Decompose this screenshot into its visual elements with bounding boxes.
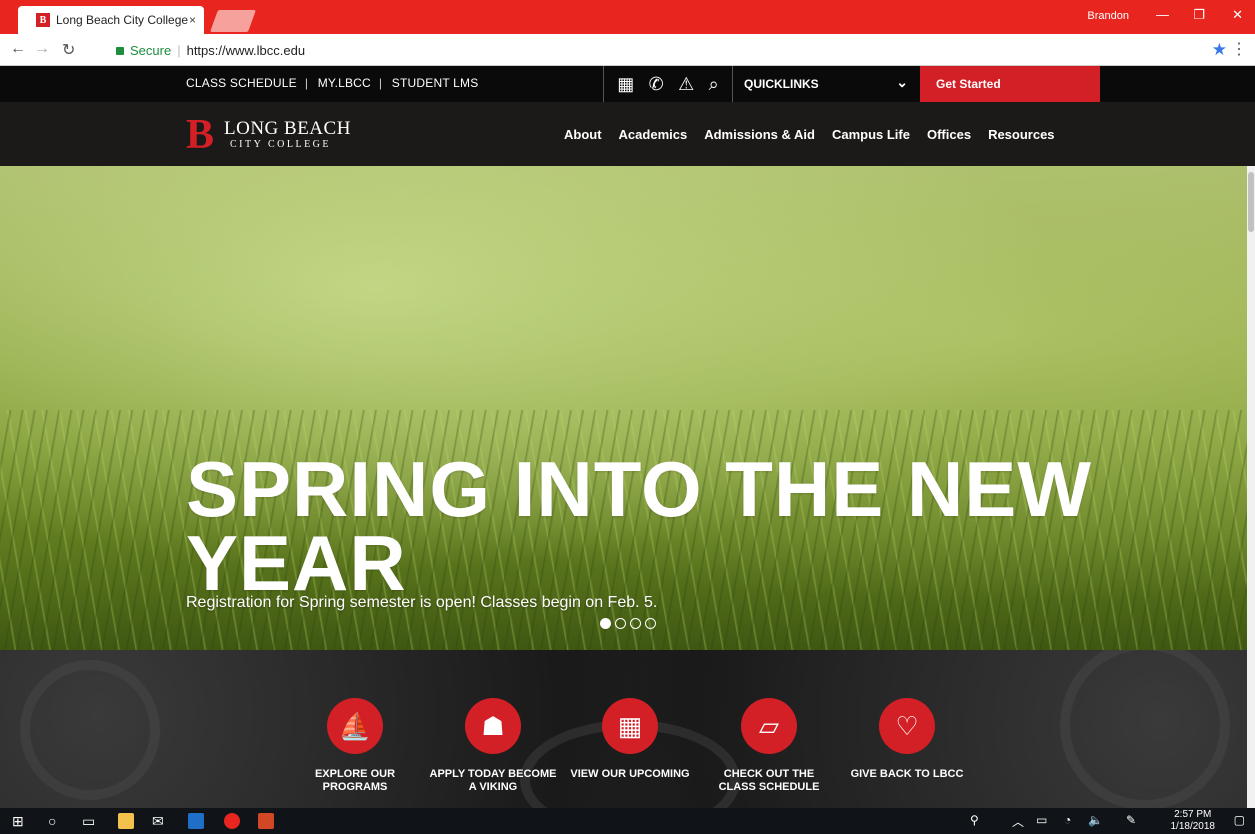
back-icon[interactable]: ←: [10, 40, 26, 58]
slide-dot-1[interactable]: [600, 618, 611, 629]
scroll-thumb[interactable]: [1248, 172, 1254, 232]
feature-label: VIEW OUR UPCOMING: [570, 768, 690, 780]
get-started-button[interactable]: Get Started: [920, 66, 1100, 102]
lbcc-logo[interactable]: B LONG BEACH CITY COLLEGE: [186, 114, 351, 156]
logo-text: LONG BEACH CITY COLLEGE: [224, 119, 351, 151]
logo-mark: B: [186, 112, 215, 158]
address-bar: ← → ↻ Secure | https://www.lbcc.edu ★ ⋮: [0, 34, 1255, 66]
calendar-icon: ▦: [602, 698, 658, 754]
student-lms-link[interactable]: STUDENT LMS: [392, 76, 479, 90]
powerpoint-icon[interactable]: [258, 812, 274, 830]
url-text[interactable]: https://www.lbcc.edu: [187, 43, 306, 58]
quicklinks-label: QUICKLINKS: [744, 77, 819, 91]
nav-academics[interactable]: Academics: [619, 127, 688, 142]
browser-tab[interactable]: B Long Beach City College ×: [18, 6, 204, 34]
nav-campus-life[interactable]: Campus Life: [832, 127, 910, 142]
windows-taskbar: ⊞ ○ ▭ ✉ ⚲ ︿ ▭ ◔ 🔈 ✎ 2:57 PM 1/18/2018 ▢: [0, 808, 1255, 834]
divider: |: [304, 76, 309, 90]
class-schedule-link[interactable]: CLASS SCHEDULE: [186, 76, 297, 90]
lock-icon: [116, 47, 124, 55]
reload-icon[interactable]: ↻: [62, 40, 75, 60]
bookmark-star-icon[interactable]: ★: [1212, 40, 1227, 60]
minimize-icon[interactable]: —: [1156, 7, 1169, 22]
file-explorer-icon[interactable]: [118, 812, 134, 830]
lbcc-favicon-icon: B: [36, 13, 50, 27]
wifi-icon[interactable]: ◔: [1064, 813, 1071, 827]
phone-icon[interactable]: ✆: [649, 74, 664, 95]
mail-icon[interactable]: ✉: [152, 812, 164, 830]
nav-admissions-aid[interactable]: Admissions & Aid: [704, 127, 815, 142]
tab-close-icon[interactable]: ×: [189, 13, 196, 27]
divider: |: [378, 76, 383, 90]
system-clock[interactable]: 2:57 PM 1/18/2018: [1171, 809, 1216, 833]
alert-icon[interactable]: ⚠: [678, 74, 694, 95]
hero-title: SPRING INTO THE NEW YEAR: [186, 445, 1092, 607]
main-nav: B LONG BEACH CITY COLLEGE About Academic…: [0, 102, 1255, 166]
restore-icon[interactable]: ❐: [1193, 7, 1205, 23]
heart-hands-icon: ♡: [879, 698, 935, 754]
task-view-icon[interactable]: ▭: [82, 812, 95, 830]
outlook-icon[interactable]: [188, 812, 204, 830]
hero-banner[interactable]: SPRING INTO THE NEW YEAR Registration fo…: [0, 166, 1247, 650]
page-scrollbar[interactable]: [1247, 166, 1255, 808]
nav-offices[interactable]: Offices: [927, 127, 971, 142]
feature-label: GIVE BACK TO LBCC: [850, 768, 964, 780]
chrome-icon[interactable]: [224, 812, 240, 830]
nav-links: About Academics Admissions & Aid Campus …: [564, 127, 1055, 142]
tab-title: Long Beach City College: [56, 13, 189, 27]
decorative-swirl: [1060, 650, 1230, 808]
viking-helmet-icon: ☗: [465, 698, 521, 754]
pen-icon[interactable]: ✎: [1126, 813, 1136, 827]
forward-icon[interactable]: →: [34, 40, 50, 58]
slide-dot-4[interactable]: [645, 618, 656, 629]
cortana-icon[interactable]: ○: [48, 812, 56, 830]
logo-line1: LONG BEACH: [224, 118, 351, 139]
feature-band: ⛵ EXPLORE OUR PROGRAMS ☗ APPLY TODAY BEC…: [0, 650, 1247, 808]
clock-date: 1/18/2018: [1170, 821, 1216, 832]
decorative-swirl: [20, 660, 160, 800]
nav-resources[interactable]: Resources: [988, 127, 1054, 142]
slide-dot-3[interactable]: [630, 618, 641, 629]
people-icon[interactable]: ⚲: [970, 813, 979, 827]
feature-apply-today[interactable]: ☗ APPLY TODAY BECOME A VIKING: [428, 698, 558, 794]
browser-titlebar: B Long Beach City College × Brandon — ❐ …: [0, 0, 1255, 34]
menu-icon[interactable]: ⋮: [1231, 39, 1247, 59]
feature-explore-programs[interactable]: ⛵ EXPLORE OUR PROGRAMS: [290, 698, 420, 794]
chevron-down-icon: ⌄: [896, 74, 908, 90]
clock-time: 2:57 PM: [1174, 809, 1212, 820]
logo-line2: CITY COLLEGE: [230, 139, 332, 150]
volume-icon[interactable]: 🔈: [1088, 813, 1103, 827]
feature-label: EXPLORE OUR PROGRAMS: [314, 768, 396, 793]
close-window-icon[interactable]: ✕: [1232, 7, 1243, 23]
utility-bar: CLASS SCHEDULE | MY.LBCC | STUDENT LMS ▦ ✆…: [0, 66, 1255, 102]
viking-ship-icon: ⛵: [327, 698, 383, 754]
feature-label: APPLY TODAY BECOME A VIKING: [429, 768, 557, 793]
omnibox-divider: |: [177, 42, 181, 58]
chevron-up-icon[interactable]: ︿: [1012, 813, 1024, 830]
slide-dot-2[interactable]: [615, 618, 626, 629]
secure-label: Secure: [130, 42, 172, 58]
slider-dots: [600, 618, 656, 629]
feature-class-schedule[interactable]: ▱ CHECK OUT THE CLASS SCHEDULE: [704, 698, 834, 794]
profile-name[interactable]: Brandon: [1087, 10, 1129, 22]
quicklinks-dropdown[interactable]: QUICKLINKS ⌄: [734, 66, 920, 102]
windows-start-icon[interactable]: ⊞: [12, 812, 24, 830]
my-lbcc-link[interactable]: MY.LBCC: [318, 76, 371, 90]
utility-links: CLASS SCHEDULE | MY.LBCC | STUDENT LMS: [186, 76, 484, 90]
utility-icons: ▦ ✆ ⚠ ⌕: [603, 66, 733, 102]
new-tab-button[interactable]: [209, 10, 257, 32]
omnibox[interactable]: Secure | https://www.lbcc.edu: [108, 38, 1238, 62]
calendar-icon[interactable]: ▦: [617, 74, 634, 95]
battery-icon[interactable]: ▭: [1036, 813, 1047, 827]
feature-view-upcoming[interactable]: ▦ VIEW OUR UPCOMING: [565, 698, 695, 781]
action-center-icon[interactable]: ▢: [1234, 813, 1245, 827]
hero-subtitle: Registration for Spring semester is open…: [186, 594, 658, 611]
nav-about[interactable]: About: [564, 127, 602, 142]
book-icon: ▱: [741, 698, 797, 754]
search-icon[interactable]: ⌕: [709, 74, 719, 95]
feature-label: CHECK OUT THE CLASS SCHEDULE: [718, 768, 820, 793]
feature-give-back[interactable]: ♡ GIVE BACK TO LBCC: [842, 698, 972, 781]
